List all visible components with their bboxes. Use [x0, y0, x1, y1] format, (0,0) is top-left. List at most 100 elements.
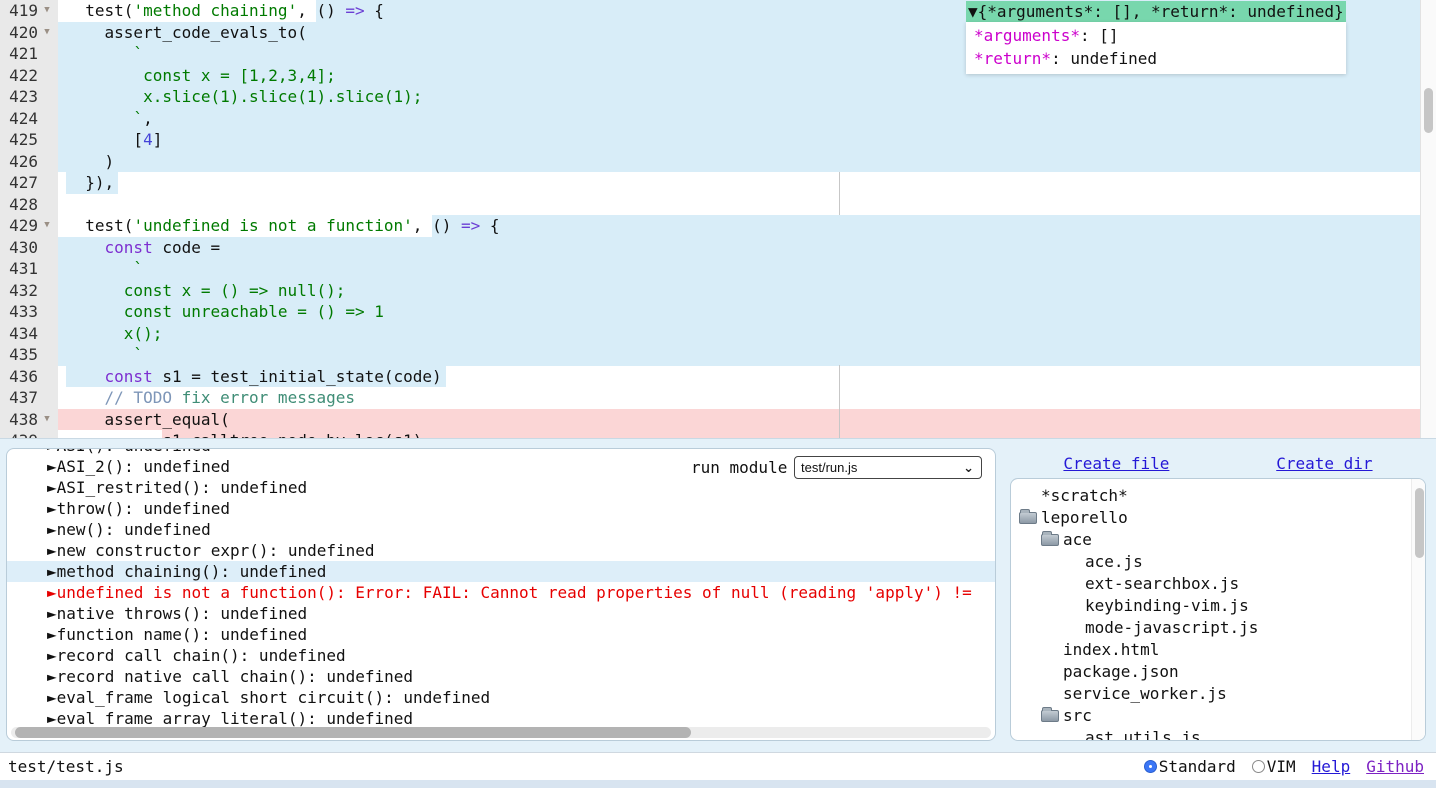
editor-scrollbar-thumb[interactable]	[1424, 88, 1433, 133]
radio-selected-icon[interactable]	[1144, 760, 1157, 773]
expand-arrow-icon[interactable]: ►	[47, 499, 57, 518]
test-result-item[interactable]: ►undefined is not a function(): Error: F…	[7, 582, 995, 603]
file-tree-item-service-worker-js[interactable]: service_worker.js	[1011, 683, 1425, 705]
code-line-438[interactable]: assert_equal(	[58, 409, 1420, 431]
fold-arrow-icon[interactable]: ▼	[38, 409, 56, 431]
code-line-429[interactable]: test('undefined is not a function', () =…	[58, 215, 1420, 237]
code-line-434[interactable]: x();	[58, 323, 1420, 345]
code-line-432[interactable]: const x = () => null();	[58, 280, 1420, 302]
test-result-item[interactable]: ►ASI(): undefined	[7, 448, 995, 456]
expand-arrow-icon[interactable]: ►	[47, 541, 57, 560]
code-line-433[interactable]: const unreachable = () => 1	[58, 301, 1420, 323]
folder-icon	[1041, 534, 1059, 546]
expand-arrow-icon[interactable]: ►	[47, 448, 57, 455]
tree-scrollbar-thumb[interactable]	[1415, 488, 1424, 558]
code-line-437[interactable]: // TODO fix error messages	[58, 387, 1420, 409]
gutter-line: 436	[0, 366, 58, 388]
gutter-line: 435	[0, 344, 58, 366]
code-token: const x = () => null();	[66, 281, 345, 300]
file-tree-item-ace[interactable]: ace	[1011, 529, 1425, 551]
expand-arrow-icon[interactable]: ►	[47, 457, 57, 476]
test-result-item[interactable]: ►new(): undefined	[7, 519, 995, 540]
keybinding-standard-option[interactable]: Standard	[1144, 757, 1236, 776]
create-dir-link[interactable]: Create dir	[1276, 454, 1372, 473]
expand-arrow-icon[interactable]: ►	[47, 709, 57, 728]
line-number: 423	[0, 86, 38, 108]
github-link[interactable]: Github	[1366, 757, 1424, 776]
expand-arrow-icon[interactable]: ►	[47, 625, 57, 644]
file-name: leporello	[1041, 507, 1128, 529]
expand-arrow-icon[interactable]: ►	[47, 478, 57, 497]
test-result-item[interactable]: ►eval_frame logical short circuit(): und…	[7, 687, 995, 708]
file-name: src	[1063, 705, 1092, 727]
test-result-item[interactable]: ►record call chain(): undefined	[7, 645, 995, 666]
results-horizontal-scrollbar[interactable]	[11, 727, 991, 738]
help-link[interactable]: Help	[1312, 757, 1351, 776]
test-result-item[interactable]: ►new constructor expr(): undefined	[7, 540, 995, 561]
eval-result-row[interactable]: *return*: undefined	[974, 47, 1346, 70]
run-module-select[interactable]: test/run.js ⌄	[794, 456, 982, 479]
test-result-item[interactable]: ►method chaining(): undefined	[7, 561, 995, 582]
test-result-item[interactable]: ►function name(): undefined	[7, 624, 995, 645]
expand-arrow-icon[interactable]: ►	[47, 688, 57, 707]
eval-result-tooltip[interactable]: ▼{*arguments*: [], *return*: undefined} …	[966, 1, 1346, 74]
code-line-425[interactable]: [4]	[58, 129, 1420, 151]
test-result-item[interactable]: ►native throws(): undefined	[7, 603, 995, 624]
fold-spacer	[38, 323, 56, 345]
expand-arrow-icon[interactable]: ►	[47, 562, 57, 581]
results-scrollbar-thumb[interactable]	[15, 727, 691, 738]
file-tree-item-ext-searchbox-js[interactable]: ext-searchbox.js	[1011, 573, 1425, 595]
file-tree-item-mode-javascript-js[interactable]: mode-javascript.js	[1011, 617, 1425, 639]
test-result-item[interactable]: ►record native call chain(): undefined	[7, 666, 995, 687]
code-line-430[interactable]: const code =	[58, 237, 1420, 259]
expand-arrow-icon[interactable]: ►	[47, 583, 57, 602]
file-tree-item--scratch-[interactable]: *scratch*	[1011, 485, 1425, 507]
line-number: 427	[0, 172, 38, 194]
fold-spacer	[38, 194, 56, 216]
code-line-435[interactable]: `	[58, 344, 1420, 366]
expand-arrow-icon[interactable]: ►	[47, 667, 57, 686]
keybinding-vim-option[interactable]: VIM	[1252, 757, 1296, 776]
eval-result-row[interactable]: *arguments*: []	[974, 24, 1346, 47]
tree-scrollbar[interactable]	[1411, 479, 1425, 741]
code-line-439[interactable]: s1.calltree_node_by_loc(s1)	[58, 430, 1420, 439]
code-token: ,	[413, 216, 432, 235]
expand-arrow-icon[interactable]: ►	[47, 520, 57, 539]
file-tree-item-ace-js[interactable]: ace.js	[1011, 551, 1425, 573]
code-line-426[interactable]: )	[58, 151, 1420, 173]
test-result-item[interactable]: ►eval_frame array_literal(): undefined	[7, 708, 995, 729]
line-number: 426	[0, 151, 38, 173]
file-tree-header: Create file Create dir	[1010, 448, 1426, 478]
file-tree-item-ast-utils-js[interactable]: ast_utils.js	[1011, 727, 1425, 741]
code-token: const x = [1,2,3,4];	[66, 66, 336, 85]
code-line-427[interactable]: }),	[58, 172, 1420, 194]
fold-arrow-icon[interactable]: ▼	[38, 215, 56, 237]
file-tree-item-keybinding-vim-js[interactable]: keybinding-vim.js	[1011, 595, 1425, 617]
code-line-431[interactable]: `	[58, 258, 1420, 280]
code-line-423[interactable]: x.slice(1).slice(1).slice(1);	[58, 86, 1420, 108]
editor-scrollbar[interactable]	[1420, 0, 1436, 439]
expand-arrow-icon[interactable]: ►	[47, 646, 57, 665]
file-tree-item-src[interactable]: src	[1011, 705, 1425, 727]
file-name: service_worker.js	[1063, 683, 1227, 705]
test-result-item[interactable]: ►ASI_restrited(): undefined	[7, 477, 995, 498]
fold-arrow-icon[interactable]: ▼	[38, 22, 56, 44]
radio-unselected-icon[interactable]	[1252, 760, 1265, 773]
code-line-424[interactable]: `,	[58, 108, 1420, 130]
line-number: 435	[0, 344, 38, 366]
file-name: package.json	[1063, 661, 1179, 683]
create-file-link[interactable]: Create file	[1063, 454, 1169, 473]
eval-result-header[interactable]: ▼{*arguments*: [], *return*: undefined}	[966, 1, 1346, 22]
file-tree-item-index-html[interactable]: index.html	[1011, 639, 1425, 661]
code-editor[interactable]: test('method chaining', () => { assert_c…	[0, 0, 1436, 439]
code-token: 4	[143, 130, 153, 149]
code-line-436[interactable]: const s1 = test_initial_state(code)	[58, 366, 1420, 388]
file-tree-item-package-json[interactable]: package.json	[1011, 661, 1425, 683]
test-result-item[interactable]: ►throw(): undefined	[7, 498, 995, 519]
file-tree-item-leporello[interactable]: leporello	[1011, 507, 1425, 529]
status-bar-right: Standard VIM Help Github	[1144, 757, 1436, 776]
expand-arrow-icon[interactable]: ►	[47, 604, 57, 623]
code-line-428[interactable]	[58, 194, 1420, 216]
fold-arrow-icon[interactable]: ▼	[38, 0, 56, 22]
file-name: keybinding-vim.js	[1085, 595, 1249, 617]
